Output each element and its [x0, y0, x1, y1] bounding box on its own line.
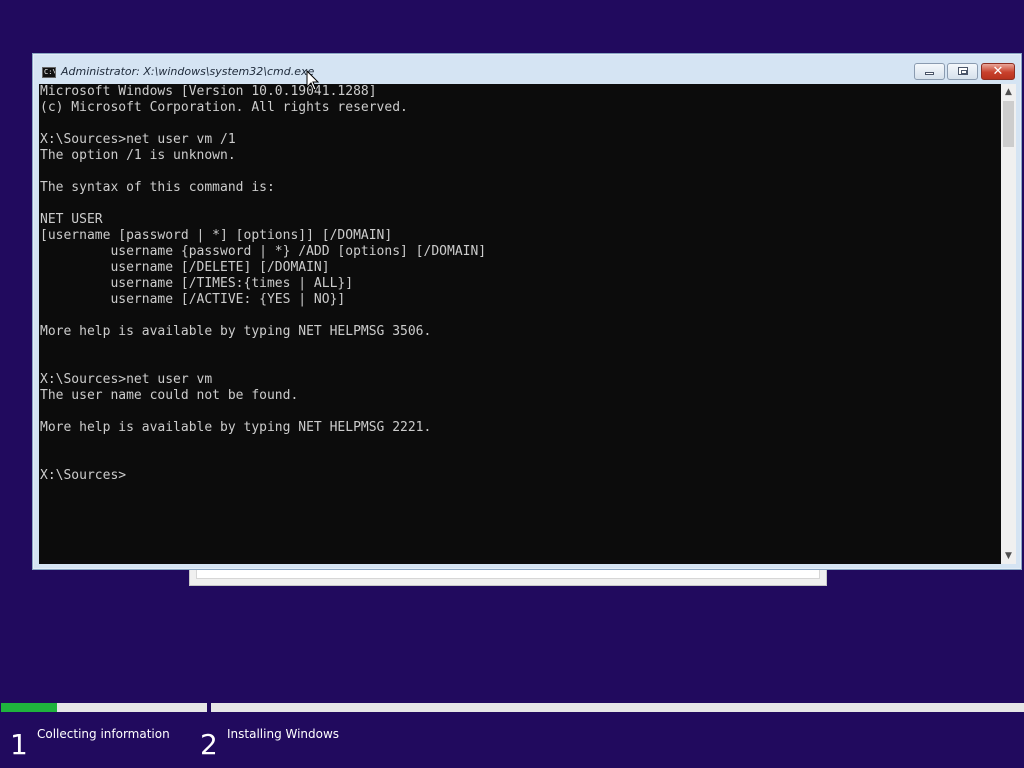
close-button[interactable]: ✕ [981, 63, 1015, 80]
step1-label: Collecting information [37, 727, 170, 741]
step1-number: 1 [10, 728, 28, 761]
minimize-icon [925, 72, 934, 75]
title-bar[interactable]: C:\ Administrator: X:\windows\system32\c… [33, 54, 1021, 84]
step2-label: Installing Windows [227, 727, 340, 741]
scroll-thumb[interactable] [1003, 101, 1014, 147]
scroll-down-arrow-icon[interactable]: ▼ [1001, 548, 1016, 564]
cmd-window[interactable]: C:\ Administrator: X:\windows\system32\c… [32, 53, 1022, 570]
scroll-up-arrow-icon[interactable]: ▲ [1001, 84, 1016, 100]
setup-progress-track [0, 702, 1024, 713]
mouse-pointer-icon [306, 70, 320, 91]
console-text: Microsoft Windows [Version 10.0.19041.12… [40, 84, 487, 483]
window-title: Administrator: X:\windows\system32\cmd.e… [61, 65, 315, 78]
desktop-background: C:\ Administrator: X:\windows\system32\c… [0, 0, 1024, 768]
step1-progress-bar [1, 703, 207, 712]
close-icon: ✕ [992, 64, 1004, 79]
cmd-app-icon[interactable]: C:\ [42, 67, 56, 78]
console-output[interactable]: Microsoft Windows [Version 10.0.19041.12… [39, 84, 1001, 564]
vertical-scrollbar[interactable]: ▲ ▼ [1001, 84, 1016, 564]
step2-number: 2 [200, 728, 218, 761]
step2-progress-bar [211, 703, 1024, 712]
minimize-button[interactable] [914, 63, 945, 80]
maximize-button[interactable] [947, 63, 978, 80]
step1-progress-fill [1, 703, 57, 712]
restore-icon [958, 67, 968, 75]
